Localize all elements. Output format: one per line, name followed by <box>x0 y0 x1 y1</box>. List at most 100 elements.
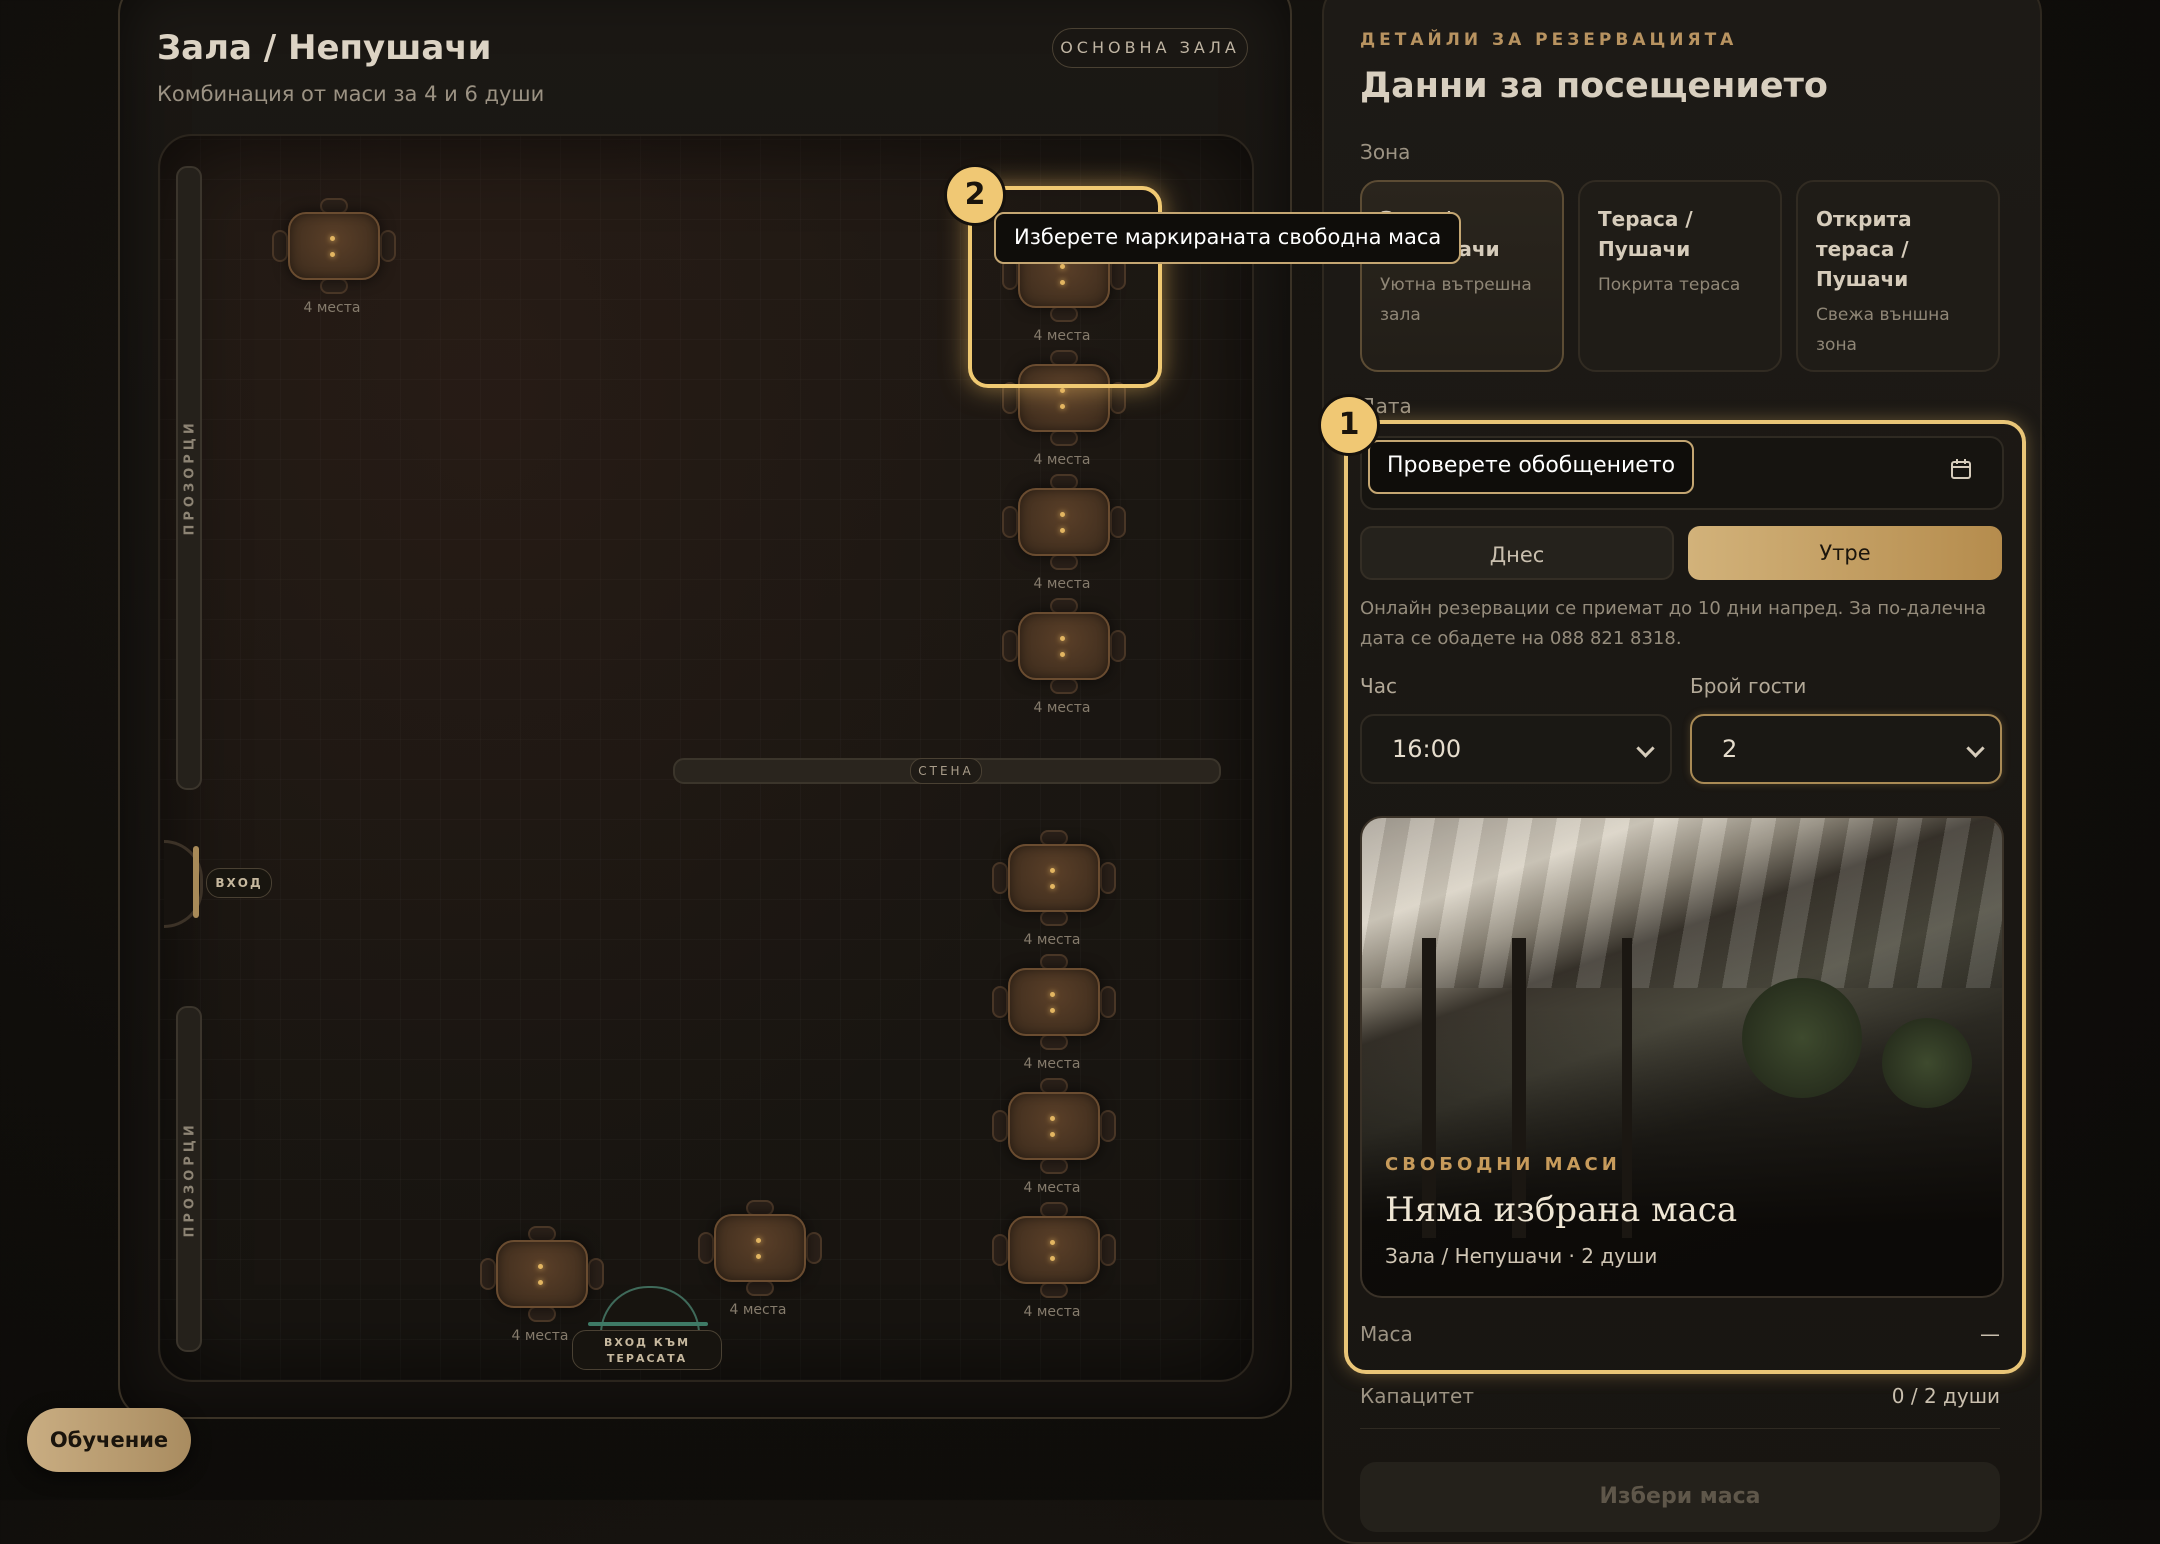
chair <box>1100 986 1116 1018</box>
chair <box>528 1306 556 1322</box>
table-light <box>1060 404 1065 409</box>
table-7[interactable]: 4 места <box>988 948 1116 1072</box>
time-select[interactable]: 16:00 <box>1360 714 1672 784</box>
tomorrow-button[interactable]: Утре <box>1688 526 2002 580</box>
chair <box>272 230 288 262</box>
chair <box>806 1232 822 1264</box>
chair <box>698 1232 714 1264</box>
table-capacity-label: 4 места <box>729 1302 787 1318</box>
chair <box>1040 1158 1068 1174</box>
table-8[interactable]: 4 места <box>988 1072 1116 1196</box>
table-10[interactable]: 4 места <box>476 1220 604 1344</box>
zone-card-hall[interactable]: Зала / Непушачи Уютна вътрешна зала <box>1360 180 1564 372</box>
entrance-label: ВХОД <box>206 868 272 898</box>
table-light <box>1050 992 1055 997</box>
chair <box>480 1258 496 1290</box>
reservation-eyebrow: ДЕТАЙЛИ ЗА РЕЗЕРВАЦИЯТА <box>1360 30 1738 50</box>
table-light <box>1060 528 1065 533</box>
table-light <box>1050 868 1055 873</box>
zone-card-terrace[interactable]: Тераса / Пушачи Покрита тераса <box>1578 180 1782 372</box>
chair <box>1050 678 1078 694</box>
table-4[interactable]: 4 места <box>998 468 1126 592</box>
table-light <box>1050 1008 1055 1013</box>
chevron-down-icon <box>1966 739 1985 758</box>
chair <box>1002 630 1018 662</box>
table-6[interactable]: 4 места <box>988 824 1116 948</box>
table-capacity-label: 4 места <box>1033 452 1091 468</box>
summary-row-capacity: Капацитет 0 / 2 души <box>1360 1384 2000 1429</box>
chair <box>1110 506 1126 538</box>
table-capacity-label: 4 места <box>1023 932 1081 948</box>
windows-label-bottom: ПРОЗОРЦИ <box>182 1121 198 1238</box>
table-11[interactable]: 4 места <box>694 1194 822 1318</box>
chair <box>992 986 1008 1018</box>
table-capacity-label: 4 места <box>1033 576 1091 592</box>
chair <box>1040 1034 1068 1050</box>
today-button[interactable]: Днес <box>1360 526 1674 580</box>
plan-subtitle: Комбинация от маси за 4 и 6 души <box>157 82 545 106</box>
table-light <box>1050 1240 1055 1245</box>
tour-tooltip-1: Проверете обобщението <box>1368 440 1695 494</box>
table-light <box>1060 512 1065 517</box>
table-light <box>756 1238 761 1243</box>
table-top <box>714 1214 806 1282</box>
chair <box>320 278 348 294</box>
table-5[interactable]: 4 места <box>998 592 1126 716</box>
chair <box>1100 862 1116 894</box>
step-1-badge: 1 <box>1321 397 1377 453</box>
reservation-title: Данни за посещението <box>1360 66 1828 106</box>
calendar-icon[interactable] <box>1950 458 1972 480</box>
chair <box>1040 910 1068 926</box>
choose-table-button[interactable]: Избери маса <box>1360 1462 2000 1532</box>
chair <box>1040 1282 1068 1298</box>
time-label: Час <box>1360 674 1397 698</box>
zone-label: Зона <box>1360 140 1411 164</box>
chair <box>380 230 396 262</box>
chair <box>1100 1234 1116 1266</box>
table-top <box>288 212 380 280</box>
table-capacity-label: 4 места <box>303 300 361 316</box>
tutorial-button[interactable]: Обучение <box>27 1408 191 1472</box>
selected-table-title: Няма избрана маса <box>1385 1190 1738 1230</box>
guests-label: Брой гости <box>1690 674 1807 698</box>
table-light <box>756 1254 761 1259</box>
table-top <box>1008 1092 1100 1160</box>
step-2-badge: 2 <box>947 167 1003 223</box>
table-light <box>1060 388 1065 393</box>
chair <box>1050 554 1078 570</box>
table-9[interactable]: 4 места <box>988 1196 1116 1320</box>
free-tables-eyebrow: СВОБОДНИ МАСИ <box>1385 1154 1621 1175</box>
table-top <box>1018 612 1110 680</box>
zone-card-open-terrace[interactable]: Открита тераса / Пушачи Свежа външна зон… <box>1796 180 2000 372</box>
chair <box>1002 506 1018 538</box>
table-top <box>1008 968 1100 1036</box>
chair <box>992 862 1008 894</box>
table-1[interactable]: 4 места <box>268 192 396 316</box>
entrance-bar <box>193 846 199 918</box>
terrace-door-line <box>588 1322 708 1326</box>
chair <box>1110 630 1126 662</box>
table-light <box>1060 652 1065 657</box>
table-top <box>496 1240 588 1308</box>
chair <box>992 1110 1008 1142</box>
plan-title: Зала / Непушачи <box>157 28 492 68</box>
table-light <box>330 252 335 257</box>
table-light <box>1050 884 1055 889</box>
chair <box>992 1234 1008 1266</box>
guests-select[interactable]: 2 <box>1690 714 2002 784</box>
table-top <box>1008 844 1100 912</box>
chevron-down-icon <box>1636 739 1655 758</box>
table-top <box>1008 1216 1100 1284</box>
table-capacity-label: 4 места <box>1033 700 1091 716</box>
table-capacity-label: 4 места <box>1023 1304 1081 1320</box>
chair <box>1050 430 1078 446</box>
windows-label-top: ПРОЗОРЦИ <box>182 419 198 536</box>
zone-pill: ОСНОВНА ЗАЛА <box>1052 28 1248 68</box>
table-light <box>330 236 335 241</box>
table-light <box>1050 1256 1055 1261</box>
summary-row-table: Маса — <box>1360 1322 2000 1346</box>
tour-tooltip-2: Изберете маркираната свободна маса <box>994 212 1462 264</box>
table-top <box>1018 488 1110 556</box>
table-light <box>538 1264 543 1269</box>
booking-notice: Онлайн резервации се приемат до 10 дни н… <box>1360 598 1987 649</box>
